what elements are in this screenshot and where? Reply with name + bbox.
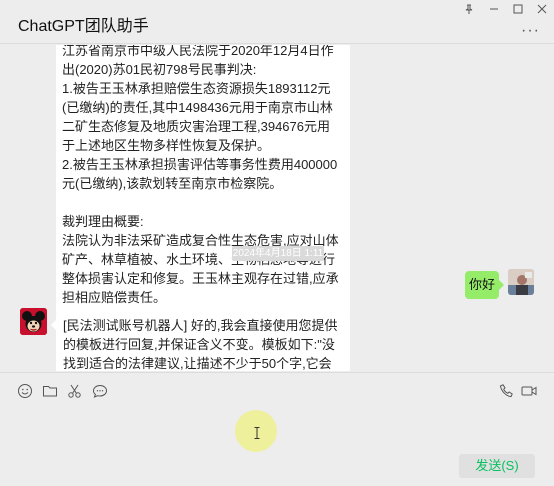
- pin-icon[interactable]: [461, 3, 477, 15]
- voice-call-icon[interactable]: [499, 383, 515, 399]
- minimize-icon[interactable]: [486, 3, 502, 15]
- title-bar: ChatGPT团队助手 ···: [0, 0, 554, 44]
- chat-area[interactable]: 江苏省南京市中级人民法院于2020年12月4日作出(2020)苏01民初798号…: [0, 45, 554, 371]
- more-options-icon[interactable]: ···: [521, 22, 540, 40]
- message-line: 法院认为非法采矿造成复合性生态危害,应对山体矿产、林草植被、水土环境、生物栖息地…: [62, 233, 339, 305]
- close-icon[interactable]: [534, 3, 550, 15]
- chat-title: ChatGPT团队助手: [18, 18, 149, 35]
- my-message-bubble[interactable]: 你好: [465, 271, 504, 299]
- message-line: 裁判理由概要:: [62, 214, 144, 229]
- video-call-icon[interactable]: [521, 383, 537, 399]
- bot-message-bubble[interactable]: [民法测试账号机器人] 好的,我会直接使用您提供的模板进行回复,并保证含义不变。…: [51, 311, 350, 371]
- bot-avatar[interactable]: [20, 308, 47, 335]
- timestamp: 2024年4月18日 1:11: [232, 246, 324, 261]
- scissors-icon[interactable]: [67, 383, 83, 399]
- emoji-icon[interactable]: [17, 383, 33, 399]
- my-avatar[interactable]: [508, 269, 534, 295]
- send-button[interactable]: 发送(S): [459, 454, 535, 478]
- folder-icon[interactable]: [42, 383, 58, 399]
- text-cursor-icon: [254, 426, 260, 439]
- message-line: 2.被告王玉林承担损害评估等事务性费用400000元(已缴纳),该款划转至南京市…: [62, 157, 338, 191]
- message-line: 1.被告王玉林承担赔偿生态资源损失1893112元(已缴纳)的责任,其中1498…: [62, 81, 333, 153]
- message-line: 江苏省南京市中级人民法院于2020年12月4日作出(2020)苏01民初798号…: [62, 45, 334, 77]
- message-bubble-judgment[interactable]: 江苏省南京市中级人民法院于2020年12月4日作出(2020)苏01民初798号…: [56, 45, 350, 315]
- chat-bubble-icon[interactable]: [92, 383, 108, 399]
- maximize-icon[interactable]: [510, 3, 526, 15]
